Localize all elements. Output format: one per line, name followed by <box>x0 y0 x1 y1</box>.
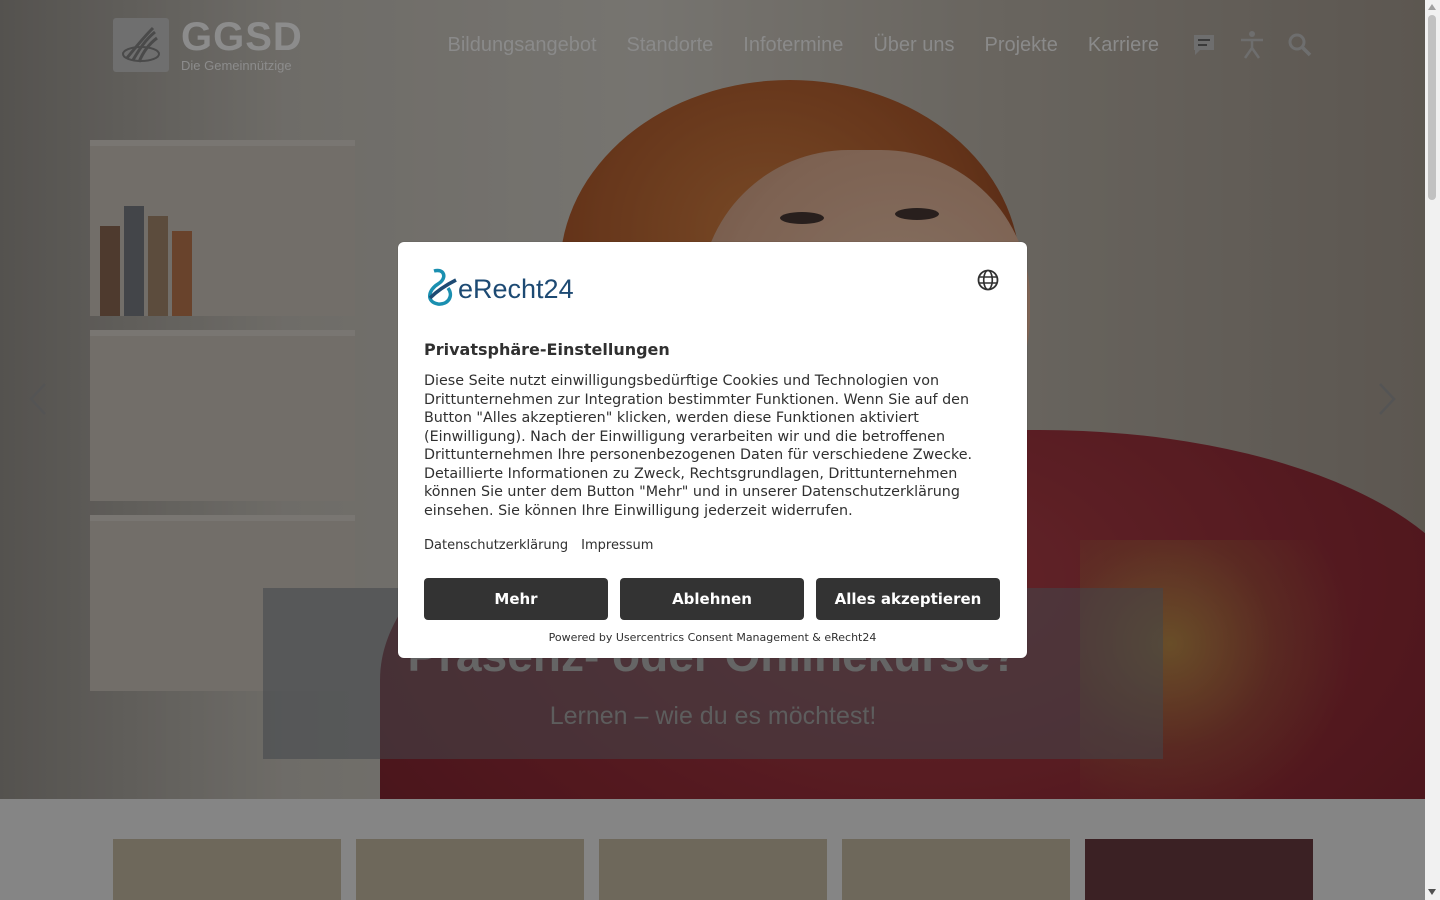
erecht24-brand: eRecht24 <box>458 274 574 304</box>
page-scrollbar[interactable] <box>1425 0 1440 900</box>
scrollbar-thumb[interactable] <box>1428 15 1436 200</box>
nav-standorte[interactable]: Standorte <box>627 28 714 62</box>
accessibility-button[interactable] <box>1237 28 1267 62</box>
globe-icon <box>977 269 999 291</box>
nav-bildungsangebot[interactable]: Bildungsangebot <box>448 28 597 62</box>
consent-dialog: eRecht24 Privatsphäre-Einstellungen Dies… <box>398 242 1027 658</box>
consent-buttons: Mehr Ablehnen Alles akzeptieren <box>424 578 1000 620</box>
erecht24-logo: eRecht24 <box>424 268 594 310</box>
erecht24-mark-icon <box>428 268 457 306</box>
search-icon <box>1288 33 1312 57</box>
chat-icon <box>1194 35 1214 55</box>
main-navigation: Bildungsangebot Standorte Infotermine Üb… <box>448 28 1315 62</box>
scroll-down-icon[interactable] <box>1428 889 1436 895</box>
nav-karriere[interactable]: Karriere <box>1088 28 1159 62</box>
accept-all-button[interactable]: Alles akzeptieren <box>816 578 1000 620</box>
page: Präsenz- oder Onlinekurse? Lernen – wie … <box>0 0 1440 900</box>
nav-projekte[interactable]: Projekte <box>984 28 1057 62</box>
chat-button[interactable] <box>1189 28 1219 62</box>
privacy-policy-link[interactable]: Datenschutzerklärung <box>424 538 568 553</box>
consent-links: Datenschutzerklärung Impressum <box>424 538 666 553</box>
logo-mark-icon <box>113 18 169 72</box>
search-button[interactable] <box>1285 28 1315 62</box>
nav-ueber-uns[interactable]: Über uns <box>873 28 954 62</box>
nav-infotermine[interactable]: Infotermine <box>743 28 843 62</box>
logo-tagline: Die Gemeinnützige <box>181 58 292 73</box>
logo-name: GGSD <box>181 15 303 59</box>
accessibility-icon <box>1241 31 1263 59</box>
powered-by-text: Powered by Usercentrics Consent Manageme… <box>548 631 877 644</box>
scroll-up-icon[interactable] <box>1428 4 1436 10</box>
consent-title: Privatsphäre-Einstellungen <box>424 340 670 359</box>
consent-description: Diese Seite nutzt einwilligungsbedürftig… <box>424 373 973 519</box>
imprint-link[interactable]: Impressum <box>581 538 653 553</box>
language-button[interactable] <box>977 269 1001 293</box>
decline-button[interactable]: Ablehnen <box>620 578 804 620</box>
site-logo[interactable]: GGSD Die Gemeinnützige <box>113 15 313 74</box>
more-button[interactable]: Mehr <box>424 578 608 620</box>
